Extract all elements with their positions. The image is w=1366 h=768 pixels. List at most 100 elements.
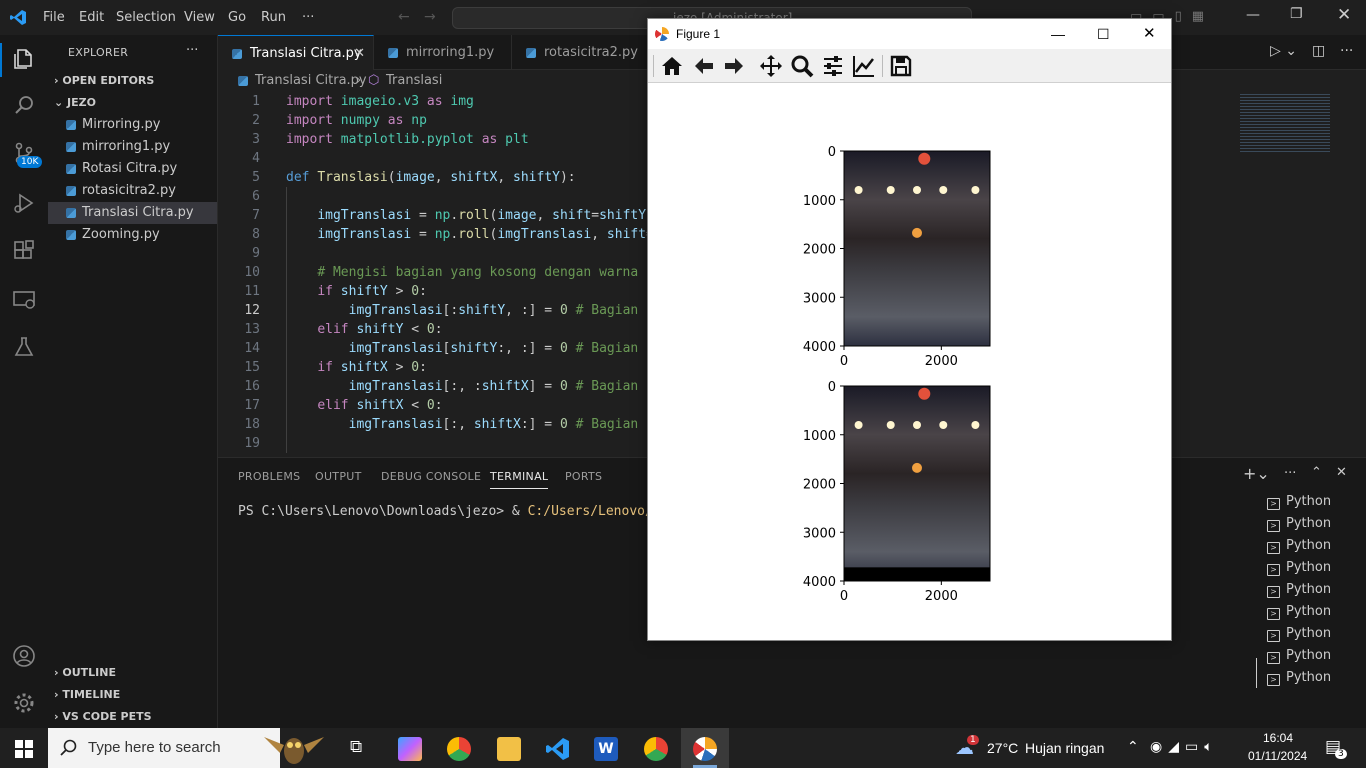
configure-subplots-icon[interactable] [821,54,845,78]
panel-tab-problems[interactable]: PROBLEMS [238,470,300,483]
figure-canvas[interactable]: 0 1000 2000 3000 4000 0 2000 0 1000 2000 3000 4000 0… [648,84,1171,640]
chrome-profile-icon[interactable] [644,737,668,761]
windows-start-icon[interactable] [15,740,33,758]
menu-view[interactable]: View [184,10,215,25]
figure-maximize-icon[interactable]: ☐ [1097,19,1110,49]
folder-section-jezo[interactable]: ⌄ JEZO [54,96,96,109]
figure-title-bar[interactable]: Figure 1 — ☐ ✕ [648,19,1171,49]
terminal-list-item[interactable]: > Python [1267,491,1331,513]
figure-close-icon[interactable]: ✕ [1143,19,1156,49]
menu-more[interactable]: ··· [302,10,314,25]
vscode-pets-section[interactable]: › VS CODE PETS [54,710,152,723]
terminal-list-item[interactable]: > Python [1267,601,1331,623]
show-hidden-icons-icon[interactable]: ⌃ [1127,739,1139,755]
nav-forward-icon[interactable]: → [424,9,436,25]
timeline-section[interactable]: › TIMELINE [54,688,120,701]
testing-icon[interactable] [12,335,36,359]
breadcrumb-symbol[interactable]: Translasi [386,70,442,92]
extensions-icon[interactable] [12,239,36,263]
back-arrow-icon[interactable] [692,54,716,78]
terminal-list-item[interactable]: > Python [1267,557,1331,579]
edit-axes-icon[interactable] [852,54,876,78]
stage-light [913,421,921,429]
remote-explorer-icon[interactable] [12,288,36,312]
menu-run[interactable]: Run [261,10,286,25]
weather-desc[interactable]: Hujan ringan [1025,740,1104,756]
panel-tab-debug-console[interactable]: DEBUG CONSOLE [381,470,481,483]
system-tray-icons[interactable]: ◉◢▭🔈︎ [1150,739,1219,755]
nav-back-icon[interactable]: ← [398,9,410,25]
close-panel-icon[interactable]: ✕ [1336,465,1347,480]
split-editor-icon[interactable]: ◫ [1312,43,1325,59]
breadcrumb-file[interactable]: Translasi Citra.py [255,70,367,92]
open-editors-section[interactable]: › OPEN EDITORS [54,74,154,87]
line-number: 9 [252,246,260,261]
file-explorer-icon[interactable] [497,737,521,761]
close-icon[interactable]: ✕ [1337,5,1351,25]
task-view-icon[interactable]: ⧉ [350,737,362,757]
owl-search-highlight-icon [264,737,324,764]
terminal-output[interactable]: PS C:\Users\Lenovo\Downloads\jezo> & C:/… [238,504,700,519]
search-icon[interactable] [12,93,36,117]
save-floppy-icon[interactable] [889,54,913,78]
taskbar-search-box[interactable]: Type here to search [48,728,324,768]
run-debug-icon[interactable] [12,191,36,215]
menu-selection[interactable]: Selection [116,10,176,25]
subplot-image[interactable] [844,151,990,346]
run-python-icon[interactable]: ▷ ⌄ [1270,43,1297,59]
terminal-list-item[interactable]: > Python [1267,623,1331,645]
terminal-list-item[interactable]: > Python [1267,645,1331,667]
word-icon[interactable]: W [594,737,618,761]
home-icon[interactable] [660,54,684,78]
terminal-list-item[interactable]: > Python [1267,535,1331,557]
file-item[interactable]: mirroring1.py [48,136,217,158]
tab-mirroring1[interactable]: mirroring1.py [374,35,512,70]
minimize-icon[interactable]: — [1246,7,1260,23]
file-item[interactable]: Mirroring.py [48,114,217,136]
source-control-badge: 10K [17,156,43,168]
terminal-list-item[interactable]: > Python [1267,667,1331,689]
tab-rotasicitra2[interactable]: rotasicitra2.py [512,35,652,70]
copilot-icon[interactable] [398,737,422,761]
clock-time[interactable]: 16:04 [1263,731,1293,745]
explorer-more-button[interactable]: ··· [186,43,198,58]
menu-file[interactable]: File [43,10,65,25]
minimap[interactable] [1238,92,1334,455]
tab-translasi-citra[interactable]: Translasi Citra.py ✕ [218,35,374,70]
weather-temp[interactable]: 27°C [987,740,1018,756]
line-number: 11 [244,284,260,299]
file-item[interactable]: Rotasi Citra.py [48,158,217,180]
accounts-icon[interactable] [12,644,36,668]
figure-window[interactable]: Figure 1 — ☐ ✕ 0 1000 2000 3000 4000 0 2000 0 10… [647,18,1172,641]
panel-tab-ports[interactable]: PORTS [565,470,602,483]
chrome-icon[interactable] [447,737,471,761]
file-item[interactable]: rotasicitra2.py [48,180,217,202]
panel-more-icon[interactable]: ··· [1284,466,1296,481]
explorer-icon[interactable] [12,47,36,71]
maximize-panel-icon[interactable]: ⌃ [1311,465,1322,480]
clock-date[interactable]: 01/11/2024 [1248,749,1307,763]
editor-more-icon[interactable]: ··· [1340,43,1353,59]
subplot-image[interactable] [844,386,990,581]
figure-minimize-icon[interactable]: — [1051,19,1065,49]
terminal-list-item[interactable]: > Python [1267,579,1331,601]
active-indicator [0,43,2,77]
matplotlib-taskbar-icon[interactable] [693,737,717,761]
file-item-selected[interactable]: Translasi Citra.py [48,202,217,224]
restore-icon[interactable]: ❐ [1290,6,1303,22]
tab-close-icon[interactable]: ✕ [354,36,365,71]
forward-arrow-icon[interactable] [722,54,746,78]
zoom-magnifier-icon[interactable] [790,54,814,78]
panel-tab-terminal[interactable]: TERMINAL [490,470,549,489]
y-tick-label: 0 [828,380,836,395]
pan-move-icon[interactable] [759,54,783,78]
menu-go[interactable]: Go [228,10,246,25]
file-item[interactable]: Zooming.py [48,224,217,246]
new-terminal-icon[interactable]: +⌄ [1243,464,1270,483]
outline-section[interactable]: › OUTLINE [54,666,116,679]
vscode-taskbar-icon[interactable] [546,737,570,761]
terminal-list-item[interactable]: > Python [1267,513,1331,535]
panel-tab-output[interactable]: OUTPUT [315,470,362,483]
settings-gear-icon[interactable] [12,691,36,715]
menu-edit[interactable]: Edit [79,10,104,25]
